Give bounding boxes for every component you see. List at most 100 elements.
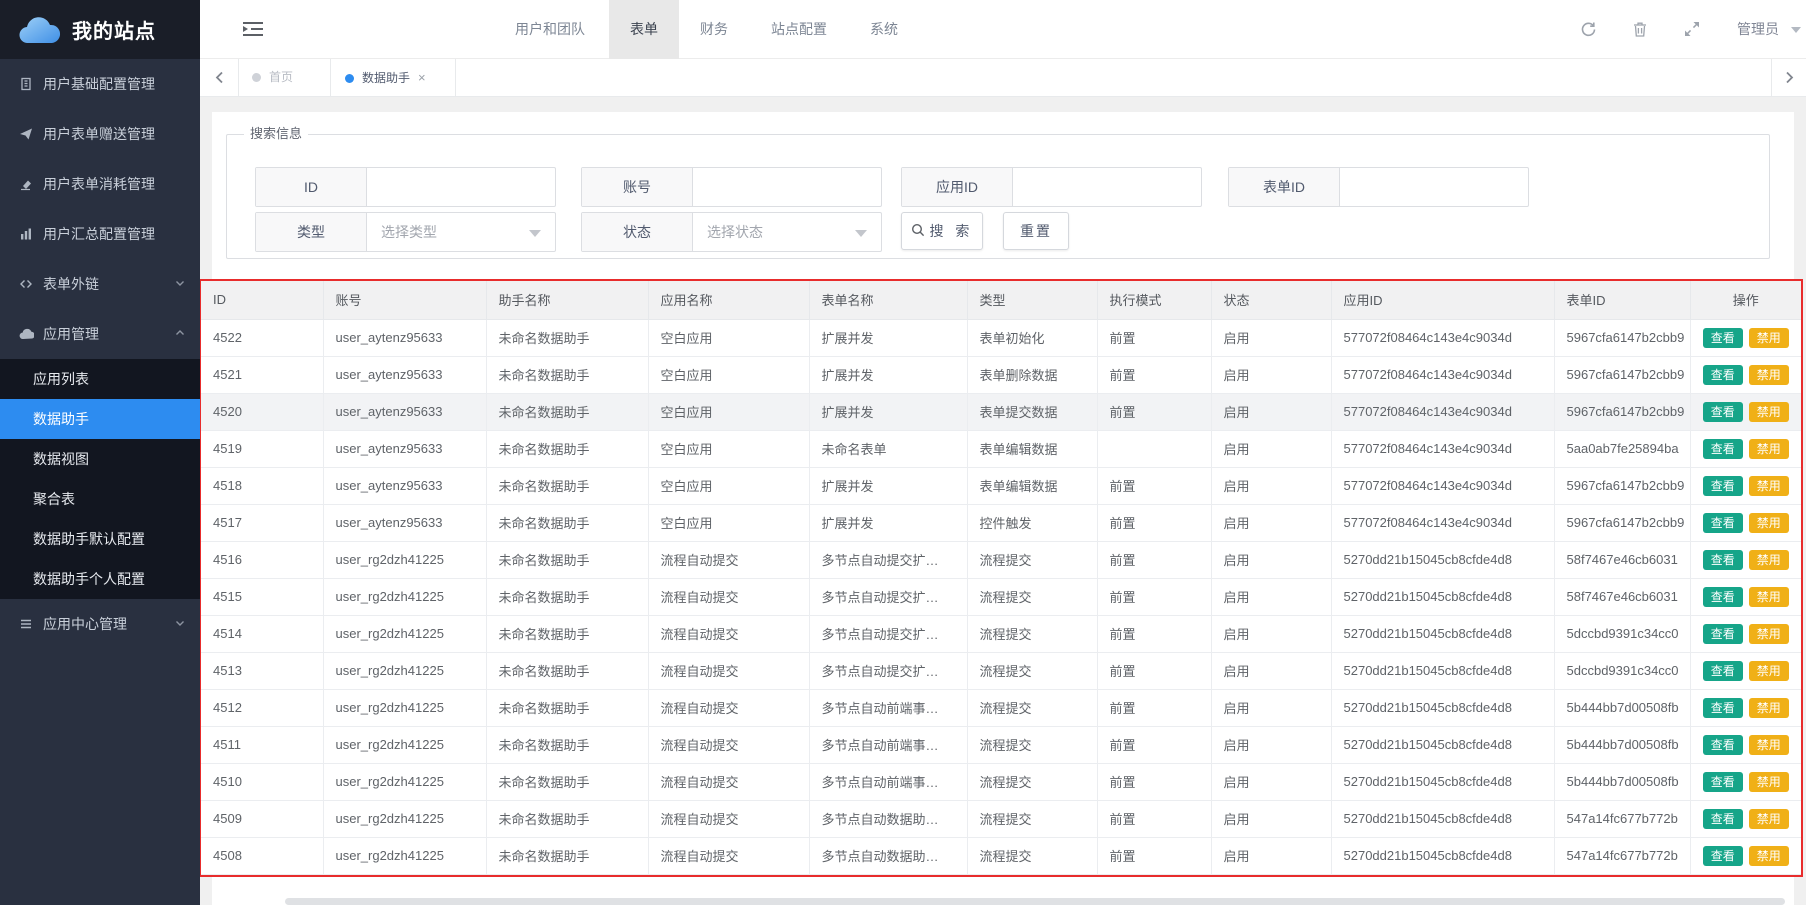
sidebar-item-app-center-management[interactable]: 应用中心管理	[0, 599, 200, 649]
view-button[interactable]: 查看	[1703, 365, 1743, 385]
status-select[interactable]: 选择状态	[693, 213, 881, 251]
view-button[interactable]: 查看	[1703, 661, 1743, 681]
column-header: 状态	[1211, 281, 1331, 319]
trash-icon[interactable]	[1632, 21, 1650, 39]
cell-app_id: 5270dd21b15045cb8cfde4d8	[1331, 800, 1554, 837]
disable-button[interactable]: 禁用	[1749, 661, 1789, 681]
view-button[interactable]: 查看	[1703, 772, 1743, 792]
disable-button[interactable]: 禁用	[1749, 624, 1789, 644]
form-id-input[interactable]	[1340, 168, 1528, 206]
disable-button[interactable]: 禁用	[1749, 439, 1789, 459]
cell-type: 流程提交	[967, 763, 1097, 800]
cell-id: 4510	[201, 763, 323, 800]
cell-id: 4521	[201, 356, 323, 393]
cell-mode: 前置	[1097, 467, 1211, 504]
disable-button[interactable]: 禁用	[1749, 513, 1789, 533]
field-label: 应用ID	[902, 168, 1013, 206]
cell-app: 空白应用	[648, 430, 809, 467]
sidebar-item-app-management[interactable]: 应用管理	[0, 309, 200, 359]
cell-type: 表单编辑数据	[967, 467, 1097, 504]
column-header: 应用名称	[648, 281, 809, 319]
disable-button[interactable]: 禁用	[1749, 402, 1789, 422]
cell-form: 多节点自动前端事…	[809, 689, 967, 726]
cell-actions: 查看禁用	[1690, 430, 1801, 467]
close-icon[interactable]: ×	[418, 70, 426, 85]
sidebar-item-aggregate-table[interactable]: 聚合表	[0, 479, 200, 519]
disable-button[interactable]: 禁用	[1749, 476, 1789, 496]
disable-button[interactable]: 禁用	[1749, 328, 1789, 348]
cell-mode: 前置	[1097, 837, 1211, 874]
view-button[interactable]: 查看	[1703, 698, 1743, 718]
search-icon	[911, 223, 925, 240]
sidebar-item-user-form-gift[interactable]: 用户表单赠送管理	[0, 109, 200, 159]
cell-id: 4512	[201, 689, 323, 726]
user-menu[interactable]: 管理员	[1737, 0, 1801, 59]
cell-account: user_aytenz95633	[323, 319, 486, 356]
sidebar-item-user-base-config[interactable]: 用户基础配置管理	[0, 59, 200, 109]
disable-button[interactable]: 禁用	[1749, 587, 1789, 607]
view-button[interactable]: 查看	[1703, 550, 1743, 570]
cell-account: user_rg2dzh41225	[323, 726, 486, 763]
sidebar-item-data-assistant[interactable]: 数据助手	[0, 399, 200, 439]
select-placeholder: 选择状态	[707, 222, 763, 242]
disable-button[interactable]: 禁用	[1749, 735, 1789, 755]
search-button[interactable]: 搜 索	[901, 212, 983, 250]
cell-status: 启用	[1211, 467, 1331, 504]
tabs-scroll-left-icon[interactable]	[200, 59, 239, 96]
view-button[interactable]: 查看	[1703, 624, 1743, 644]
reset-button[interactable]: 重置	[1003, 212, 1069, 250]
disable-button[interactable]: 禁用	[1749, 365, 1789, 385]
table-row: 4522user_aytenz95633未命名数据助手空白应用扩展并发表单初始化…	[201, 319, 1801, 356]
cell-id: 4518	[201, 467, 323, 504]
table-row: 4519user_aytenz95633未命名数据助手空白应用未命名表单表单编辑…	[201, 430, 1801, 467]
cell-assistant: 未命名数据助手	[486, 319, 648, 356]
cell-form: 多节点自动提交扩…	[809, 615, 967, 652]
sidebar-item-label: 应用中心管理	[43, 614, 174, 634]
sidebar-item-assistant-default-config[interactable]: 数据助手默认配置	[0, 519, 200, 559]
data-table: ID账号助手名称应用名称表单名称类型执行模式状态应用ID表单ID操作 4522u…	[201, 281, 1801, 875]
view-button[interactable]: 查看	[1703, 513, 1743, 533]
type-select[interactable]: 选择类型	[367, 213, 555, 251]
cell-mode: 前置	[1097, 319, 1211, 356]
sidebar-collapse-icon[interactable]	[242, 19, 264, 39]
sidebar-item-label: 表单外链	[43, 274, 174, 294]
view-button[interactable]: 查看	[1703, 476, 1743, 496]
nav-item-system[interactable]: 系统	[849, 0, 919, 59]
sidebar-item-user-form-consume[interactable]: 用户表单消耗管理	[0, 159, 200, 209]
sidebar-item-user-summary-config[interactable]: 用户汇总配置管理	[0, 209, 200, 259]
id-input[interactable]	[367, 168, 555, 206]
tab-data-assistant[interactable]: 数据助手×	[330, 59, 456, 96]
app-id-input[interactable]	[1013, 168, 1201, 206]
view-button[interactable]: 查看	[1703, 328, 1743, 348]
refresh-icon[interactable]	[1580, 21, 1598, 39]
brand-logo[interactable]: 我的站点	[0, 0, 200, 59]
view-button[interactable]: 查看	[1703, 846, 1743, 866]
sidebar-item-assistant-personal-config[interactable]: 数据助手个人配置	[0, 559, 200, 599]
sidebar-item-data-view[interactable]: 数据视图	[0, 439, 200, 479]
view-button[interactable]: 查看	[1703, 587, 1743, 607]
disable-button[interactable]: 禁用	[1749, 550, 1789, 570]
tabs-scroll-right-icon[interactable]	[1771, 59, 1806, 96]
nav-item-users-teams[interactable]: 用户和团队	[490, 0, 610, 59]
view-button[interactable]: 查看	[1703, 439, 1743, 459]
view-button[interactable]: 查看	[1703, 735, 1743, 755]
view-button[interactable]: 查看	[1703, 402, 1743, 422]
horizontal-scrollbar[interactable]	[285, 898, 1785, 905]
account-input[interactable]	[693, 168, 881, 206]
disable-button[interactable]: 禁用	[1749, 809, 1789, 829]
nav-item-site-config[interactable]: 站点配置	[749, 0, 849, 59]
search-field-account: 账号	[581, 167, 882, 207]
disable-button[interactable]: 禁用	[1749, 698, 1789, 718]
sidebar-item-app-list[interactable]: 应用列表	[0, 359, 200, 399]
view-button[interactable]: 查看	[1703, 809, 1743, 829]
tab-home[interactable]: 首页	[238, 59, 330, 96]
cell-actions: 查看禁用	[1690, 763, 1801, 800]
sidebar-item-form-external-link[interactable]: 表单外链	[0, 259, 200, 309]
app-window: 我的站点 用户基础配置管理 用户表单赠送管理 用户表单消耗管理	[0, 0, 1806, 905]
fullscreen-icon[interactable]	[1684, 21, 1702, 39]
nav-item-forms[interactable]: 表单	[609, 0, 679, 59]
nav-item-finance[interactable]: 财务	[679, 0, 749, 59]
disable-button[interactable]: 禁用	[1749, 772, 1789, 792]
disable-button[interactable]: 禁用	[1749, 846, 1789, 866]
cell-mode: 前置	[1097, 504, 1211, 541]
